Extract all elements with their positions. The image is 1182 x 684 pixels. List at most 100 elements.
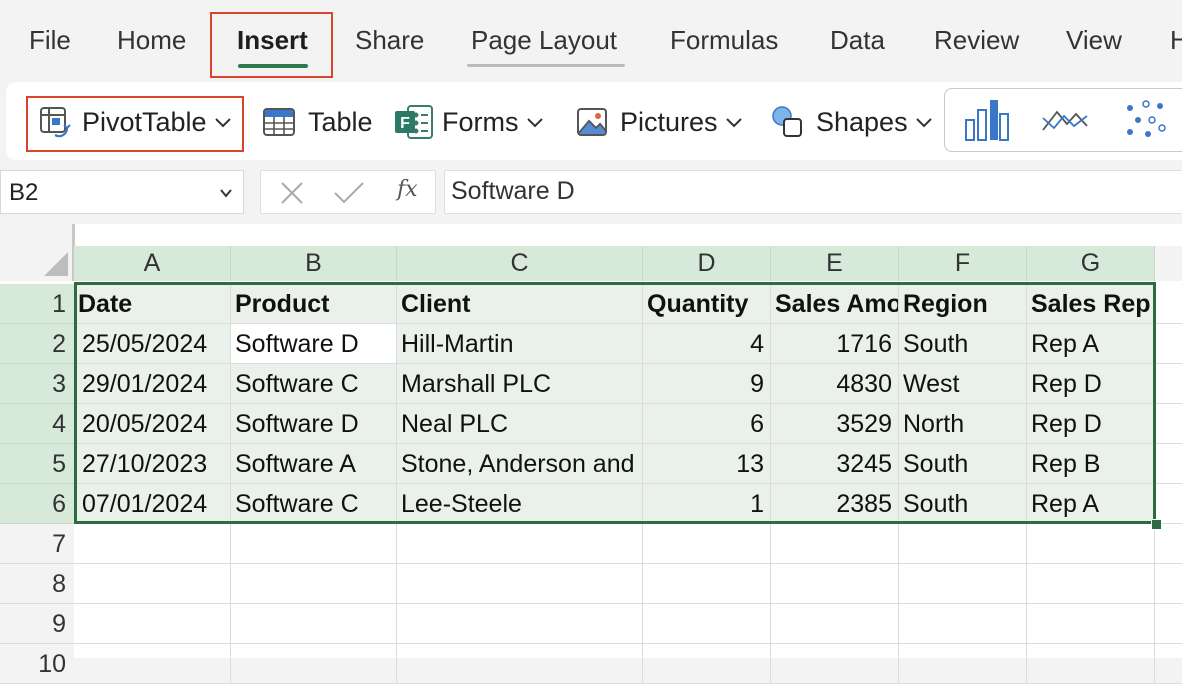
tab-home[interactable]: Home (117, 22, 186, 58)
table-cell[interactable]: 07/01/2024 (74, 484, 231, 524)
empty-cell[interactable] (231, 644, 397, 684)
confirm-check-icon[interactable] (333, 180, 365, 206)
empty-cell[interactable] (1155, 404, 1182, 444)
header-cell[interactable]: Date (74, 284, 231, 324)
table-cell[interactable]: Rep A (1027, 484, 1155, 524)
empty-cell[interactable] (1027, 604, 1155, 644)
empty-cell[interactable] (643, 524, 771, 564)
empty-cell[interactable] (1155, 644, 1182, 684)
tab-share[interactable]: Share (355, 22, 424, 58)
empty-cell[interactable] (397, 644, 643, 684)
column-header-e[interactable]: E (771, 246, 899, 281)
table-cell[interactable]: Hill-Martin (397, 324, 643, 364)
table-cell[interactable]: Rep B (1027, 444, 1155, 484)
row-header-3[interactable]: 3 (0, 364, 74, 404)
empty-cell[interactable] (1155, 564, 1182, 604)
table-cell[interactable]: South (899, 444, 1027, 484)
table-cell[interactable]: 13 (643, 444, 771, 484)
row-header-5[interactable]: 5 (0, 444, 74, 484)
table-cell[interactable]: Software D (231, 404, 397, 444)
table-cell[interactable]: Stone, Anderson and (397, 444, 643, 484)
row-header-8[interactable]: 8 (0, 564, 74, 604)
empty-cell[interactable] (74, 564, 231, 604)
header-cell[interactable]: Sales Rep (1027, 284, 1155, 324)
name-box[interactable]: B2 (0, 170, 244, 214)
row-header-7[interactable]: 7 (0, 524, 74, 564)
table-cell[interactable]: South (899, 484, 1027, 524)
forms-button[interactable]: F Forms (394, 100, 545, 144)
cancel-icon[interactable] (279, 180, 305, 206)
tab-page-layout[interactable]: Page Layout (471, 22, 617, 58)
table-cell[interactable]: 1716 (771, 324, 899, 364)
table-cell[interactable]: Marshall PLC (397, 364, 643, 404)
pictures-button[interactable]: Pictures (576, 100, 744, 144)
tab-review[interactable]: Review (934, 22, 1019, 58)
empty-cell[interactable] (643, 604, 771, 644)
select-all-corner[interactable] (0, 224, 75, 281)
column-header-b[interactable]: B (231, 246, 397, 281)
row-header-6[interactable]: 6 (0, 484, 74, 524)
empty-cell[interactable] (1027, 564, 1155, 604)
table-cell[interactable]: 2385 (771, 484, 899, 524)
empty-cell[interactable] (899, 644, 1027, 684)
table-cell[interactable]: Software A (231, 444, 397, 484)
column-header-f[interactable]: F (899, 246, 1027, 281)
header-cell[interactable]: Quantity (643, 284, 771, 324)
chevron-down-icon[interactable] (219, 186, 233, 200)
empty-cell[interactable] (74, 604, 231, 644)
empty-cell[interactable] (771, 564, 899, 604)
table-cell[interactable]: 27/10/2023 (74, 444, 231, 484)
tab-file[interactable]: File (29, 22, 71, 58)
row-header-2[interactable]: 2 (0, 324, 74, 364)
empty-cell[interactable] (771, 524, 899, 564)
table-cell[interactable]: Neal PLC (397, 404, 643, 444)
empty-cell[interactable] (643, 644, 771, 684)
empty-cell[interactable] (231, 604, 397, 644)
table-cell[interactable]: 4830 (771, 364, 899, 404)
column-header-d[interactable]: D (643, 246, 771, 281)
table-cell[interactable]: 1 (643, 484, 771, 524)
tab-formulas[interactable]: Formulas (670, 22, 778, 58)
empty-cell[interactable] (74, 644, 231, 684)
empty-cell[interactable] (397, 524, 643, 564)
tab-view[interactable]: View (1066, 22, 1122, 58)
empty-cell[interactable] (231, 564, 397, 604)
header-cell[interactable]: Sales Amo (771, 284, 899, 324)
empty-cell[interactable] (899, 604, 1027, 644)
active-cell[interactable]: Software D (231, 324, 397, 364)
empty-cell[interactable] (397, 604, 643, 644)
table-cell[interactable]: 25/05/2024 (74, 324, 231, 364)
formula-input[interactable]: Software D (444, 170, 1182, 214)
row-header-4[interactable]: 4 (0, 404, 74, 444)
table-button[interactable]: Table (262, 100, 373, 144)
table-cell[interactable]: 3529 (771, 404, 899, 444)
column-header-a[interactable]: A (74, 246, 231, 281)
header-cell[interactable]: Region (899, 284, 1027, 324)
tab-help[interactable]: H (1170, 22, 1182, 58)
table-cell[interactable]: 4 (643, 324, 771, 364)
empty-cell[interactable] (1155, 284, 1182, 324)
table-cell[interactable]: Software C (231, 364, 397, 404)
table-cell[interactable]: Rep D (1027, 364, 1155, 404)
table-cell[interactable]: 3245 (771, 444, 899, 484)
table-cell[interactable]: 6 (643, 404, 771, 444)
empty-cell[interactable] (1155, 444, 1182, 484)
table-cell[interactable]: Software C (231, 484, 397, 524)
empty-cell[interactable] (1027, 644, 1155, 684)
table-cell[interactable]: North (899, 404, 1027, 444)
function-icon[interactable]: fx (397, 177, 418, 202)
table-cell[interactable]: South (899, 324, 1027, 364)
empty-cell[interactable] (1155, 604, 1182, 644)
empty-cell[interactable] (397, 564, 643, 604)
table-cell[interactable]: Rep D (1027, 404, 1155, 444)
fill-handle[interactable] (1151, 519, 1162, 530)
empty-cell[interactable] (1155, 324, 1182, 364)
empty-cell[interactable] (1027, 524, 1155, 564)
empty-cell[interactable] (771, 644, 899, 684)
row-header-10[interactable]: 10 (0, 644, 74, 684)
empty-cell[interactable] (1155, 364, 1182, 404)
table-cell[interactable]: Rep A (1027, 324, 1155, 364)
tab-data[interactable]: Data (830, 22, 885, 58)
empty-cell[interactable] (771, 604, 899, 644)
header-cell[interactable]: Client (397, 284, 643, 324)
